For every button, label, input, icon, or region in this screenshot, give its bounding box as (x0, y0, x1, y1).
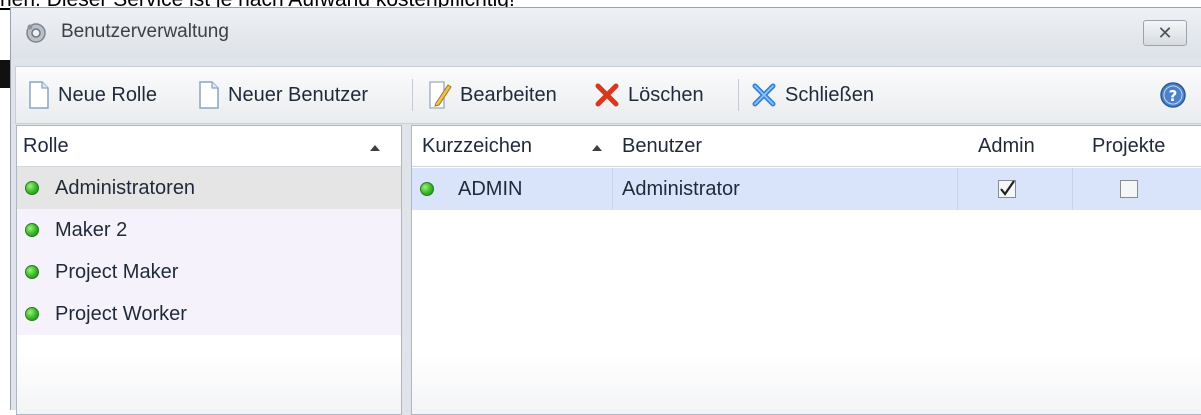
role-column-header[interactable]: Rolle (23, 126, 69, 166)
new-user-button[interactable]: Neuer Benutzer (198, 77, 368, 113)
table-row[interactable]: ADMIN Administrator (412, 168, 1201, 210)
edit-pencil-icon (429, 81, 452, 109)
kurzzeichen-cell: ADMIN (458, 177, 523, 200)
svg-text:?: ? (1169, 87, 1178, 105)
roles-pane: Rolle Administratoren Maker 2 Project Ma… (16, 125, 402, 415)
role-list-item[interactable]: Administratoren (17, 167, 401, 209)
status-green-icon (25, 265, 39, 279)
status-green-icon (420, 182, 434, 196)
admin-checkbox-checked[interactable] (998, 180, 1016, 198)
close-icon: ✕ (1157, 22, 1173, 43)
new-user-label: Neuer Benutzer (228, 83, 369, 106)
projekte-checkbox[interactable] (1120, 180, 1138, 198)
kurzzeichen-column-label: Kurzzeichen (422, 134, 533, 157)
role-list-item[interactable]: Maker 2 (17, 209, 401, 251)
role-label: Project Worker (55, 302, 187, 325)
pane-splitter[interactable] (402, 125, 411, 415)
pane-bottom-fade (17, 354, 401, 414)
users-pane: Kurzzeichen Benutzer Admin Projekte ADMI… (411, 125, 1201, 415)
delete-x-icon (595, 83, 619, 107)
role-label: Maker 2 (55, 218, 128, 241)
edit-button[interactable]: Bearbeiten (428, 77, 557, 113)
role-label: Administratoren (55, 176, 196, 199)
delete-label: Löschen (628, 83, 704, 106)
new-document-icon (29, 81, 49, 109)
close-x-blue-icon (752, 83, 776, 107)
cell-divider (957, 168, 958, 210)
close-button[interactable]: Schließen (751, 77, 874, 113)
role-label: Project Maker (55, 260, 179, 283)
edit-label: Bearbeiten (460, 83, 557, 106)
sort-ascending-icon[interactable] (592, 145, 602, 151)
benutzer-cell: Administrator (622, 177, 740, 200)
status-green-icon (25, 181, 39, 195)
toolbar-separator (412, 79, 413, 111)
projekte-column-header[interactable]: Projekte (1092, 126, 1165, 166)
role-list-item[interactable]: Project Worker (17, 293, 401, 335)
role-column-label: Rolle (23, 134, 69, 157)
users-app-icon (26, 23, 46, 43)
roles-header-row (17, 126, 401, 167)
new-document-icon (199, 81, 219, 109)
delete-button[interactable]: Löschen (594, 77, 704, 113)
toolbar-separator (738, 79, 739, 111)
new-role-label: Neue Rolle (58, 83, 157, 106)
window-title: Benutzerverwaltung (61, 21, 229, 42)
sort-ascending-icon[interactable] (370, 145, 380, 151)
cell-divider (1072, 168, 1073, 210)
admin-column-header[interactable]: Admin (978, 126, 1035, 166)
role-list-item[interactable]: Project Maker (17, 251, 401, 293)
title-bar[interactable]: Benutzerverwaltung ✕ (11, 8, 1201, 58)
new-role-button[interactable]: Neue Rolle (28, 77, 157, 113)
status-green-icon (25, 223, 39, 237)
toolbar: Neue Rolle Neuer Benutzer Bearbeiten Lös… (15, 66, 1201, 124)
help-icon[interactable]: ? (1159, 81, 1187, 109)
status-green-icon (25, 307, 39, 321)
pane-bottom-fade (412, 354, 1201, 414)
admin-column-label: Admin (978, 134, 1035, 157)
close-label: Schließen (785, 83, 874, 106)
user-management-window: Benutzerverwaltung ✕ Neue Rolle Neuer Be… (10, 7, 1201, 415)
cell-divider (612, 168, 613, 210)
kurzzeichen-column-header[interactable]: Kurzzeichen (422, 126, 532, 166)
benutzer-column-label: Benutzer (622, 134, 703, 157)
close-window-button[interactable]: ✕ (1143, 20, 1187, 46)
projekte-column-label: Projekte (1092, 134, 1166, 157)
benutzer-column-header[interactable]: Benutzer (622, 126, 702, 166)
